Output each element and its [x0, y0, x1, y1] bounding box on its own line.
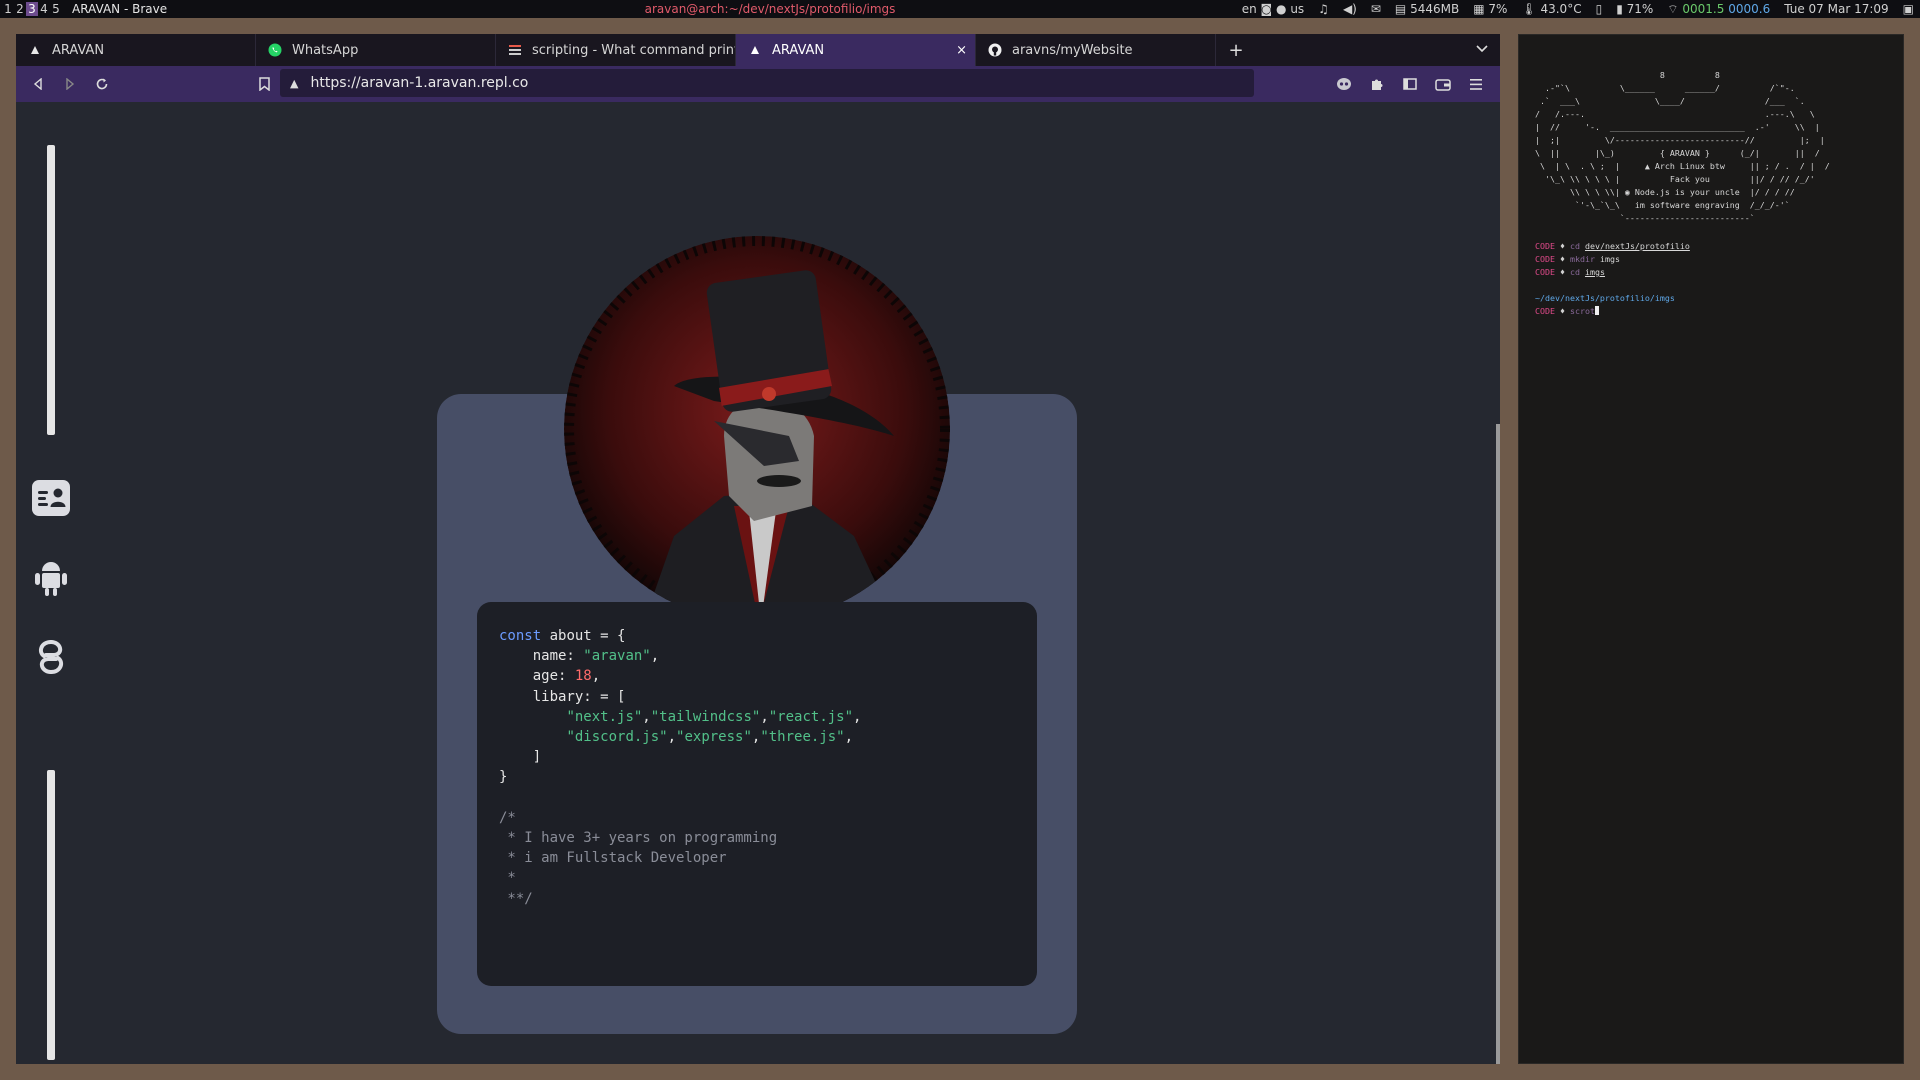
back-button[interactable]	[22, 68, 54, 100]
tab-label: aravns/myWebsite	[1012, 42, 1133, 58]
sidebar-divider-top	[47, 145, 55, 435]
temperature: 🌡 43.0°C	[1521, 2, 1582, 16]
terminal-line: CODE ♦ cd dev/nextJs/protofilio	[1535, 241, 1690, 251]
url-text: https://aravan-1.aravan.repl.co	[310, 75, 529, 91]
tab-aravan-active[interactable]: ARAVAN ×	[736, 34, 976, 66]
tab-label: WhatsApp	[292, 42, 359, 58]
profile-avatar	[564, 236, 950, 622]
forward-arrow-icon	[66, 78, 75, 90]
network-speed: ⌔ 0001.5 0000.6	[1667, 1, 1771, 16]
sidebar-link-button[interactable]	[28, 634, 74, 680]
workspace-4[interactable]: 4	[38, 2, 50, 16]
status-modules: en ◙ ● us ♫ ◀) ✉ ▤ 5446MB ▦ 7% 🌡 43.0°C …	[1242, 2, 1914, 17]
puzzle-icon	[1371, 79, 1382, 90]
forward-button[interactable]	[54, 68, 86, 100]
navigation-toolbar: ▲ https://aravan-1.aravan.repl.co	[16, 66, 1500, 102]
active-window-title: ARAVAN - Brave	[72, 2, 168, 16]
workspace-5[interactable]: 5	[50, 2, 62, 16]
tab-github[interactable]: aravns/myWebsite	[976, 34, 1216, 66]
new-tab-button[interactable]: +	[1216, 34, 1256, 66]
sidebar-icon	[1402, 78, 1417, 90]
tab-stackoverflow[interactable]: scripting - What command prints	[496, 34, 736, 66]
mail-icon[interactable]: ✉	[1371, 2, 1381, 16]
close-tab-icon[interactable]: ×	[956, 43, 967, 58]
tray-icon[interactable]: ▣	[1903, 2, 1914, 16]
terminal-prompt-line[interactable]: CODE ♦ scrot	[1535, 305, 1690, 318]
system-status-bar: 1 2 3 4 5 ARAVAN - Brave aravan@arch:~/d…	[0, 0, 1920, 18]
wallet-icon	[1434, 78, 1451, 91]
aravan-logo-icon	[748, 43, 762, 57]
hamburger-menu-icon	[1469, 78, 1482, 90]
menu-button[interactable]	[1459, 68, 1492, 100]
bookmark-button[interactable]	[248, 68, 280, 100]
contact-card-icon	[32, 480, 70, 516]
aravan-logo-icon	[28, 43, 42, 57]
terminal-output: CODE ♦ cd dev/nextJs/protofilio CODE ♦ mk…	[1535, 240, 1690, 318]
about-code-block: const about = { name: "aravan", age: 18,…	[477, 602, 1037, 986]
sidebar-contact-button[interactable]	[28, 475, 74, 521]
terminal-line: CODE ♦ cd imgs	[1535, 267, 1605, 277]
tab-label: ARAVAN	[52, 42, 105, 58]
brave-shields-button[interactable]	[1327, 68, 1360, 100]
terminal-line: CODE ♦ mkdir imgs	[1535, 254, 1620, 264]
workspace-2[interactable]: 2	[14, 2, 26, 16]
back-arrow-icon	[33, 78, 42, 90]
address-bar[interactable]: ▲ https://aravan-1.aravan.repl.co	[280, 69, 1254, 97]
tab-label: ARAVAN	[772, 42, 825, 58]
android-robot-icon	[35, 562, 67, 596]
music-icon[interactable]: ♫	[1318, 2, 1329, 16]
cpu-usage: ▦ 7%	[1473, 2, 1508, 16]
bookmark-icon	[258, 77, 270, 91]
keyboard-layout-icon: ●	[1276, 2, 1287, 16]
sidebar-divider-bottom	[47, 770, 55, 1060]
terminal-cwd: ~/dev/nextJs/protofilio/imgs	[1535, 293, 1675, 303]
shields-icon	[1336, 78, 1351, 90]
sidebar-toggle-button[interactable]	[1393, 68, 1426, 100]
workspace-switcher: 1 2 3 4 5	[0, 2, 62, 16]
workspace-3[interactable]: 3	[26, 2, 38, 16]
clock: Tue 07 Mar 17:09	[1784, 2, 1889, 16]
discord-icon: ◙	[1260, 2, 1273, 16]
tab-bar: ARAVAN WhatsApp scripting - What command…	[16, 34, 1500, 66]
memory-usage: ▤ 5446MB	[1394, 2, 1460, 16]
link-chain-icon	[38, 640, 64, 674]
page-scrollbar[interactable]	[1496, 424, 1500, 1064]
site-info-icon[interactable]: ▲	[290, 77, 298, 90]
stackoverflow-icon	[508, 43, 522, 57]
browser-window: ARAVAN WhatsApp scripting - What command…	[16, 34, 1500, 1064]
tab-whatsapp[interactable]: WhatsApp	[256, 34, 496, 66]
whatsapp-icon	[268, 43, 282, 57]
tab-aravan-1[interactable]: ARAVAN	[16, 34, 256, 66]
disk-icon: ▯	[1595, 2, 1603, 16]
tab-label: scripting - What command prints	[532, 42, 736, 58]
language-indicator: en ◙ ● us	[1241, 2, 1305, 16]
volume-icon[interactable]: ◀)	[1343, 2, 1357, 16]
terminal-cursor	[1594, 306, 1599, 315]
tab-list-chevron-icon[interactable]	[1476, 42, 1488, 56]
reload-icon	[96, 78, 108, 90]
reload-button[interactable]	[86, 68, 118, 100]
neofetch-ascii-art: 8 8 .-"`\ \______ ______/ /`"-. .` ___\ …	[1535, 70, 1830, 223]
sidebar-android-button[interactable]	[28, 555, 74, 601]
github-icon	[988, 43, 1002, 57]
terminal-window[interactable]: 8 8 .-"`\ \______ ______/ /`"-. .` ___\ …	[1518, 34, 1904, 1064]
web-page: const about = { name: "aravan", age: 18,…	[16, 102, 1500, 1064]
battery-status: ▮ 71%	[1616, 2, 1654, 16]
toolbar-actions	[1327, 68, 1492, 100]
wallet-button[interactable]	[1426, 68, 1459, 100]
extensions-button[interactable]	[1360, 68, 1393, 100]
workspace-1[interactable]: 1	[2, 2, 14, 16]
